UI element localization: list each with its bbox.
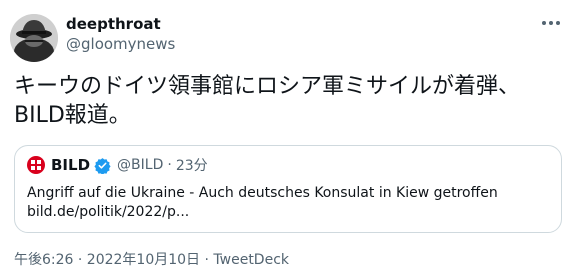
bild-logo-icon bbox=[27, 156, 45, 174]
quoted-time: 23分 bbox=[175, 158, 208, 174]
quoted-text: Angriff auf die Ukraine - Auch deutsches… bbox=[27, 185, 498, 201]
more-dots-icon[interactable] bbox=[539, 14, 563, 32]
detective-avatar-icon bbox=[10, 14, 58, 62]
avatar[interactable] bbox=[10, 14, 58, 62]
tweet-text: キーウのドイツ領事館にロシア軍ミサイルが着弾、 BILD報道。 bbox=[14, 74, 521, 128]
tweet-source[interactable]: TweetDeck bbox=[213, 252, 289, 268]
quoted-tweet[interactable]: BILD @BILD · 23分 Angriff auf die Ukraine… bbox=[14, 145, 562, 233]
user-block: deepthroat @gloomynews bbox=[66, 14, 175, 54]
verified-badge-icon bbox=[94, 157, 111, 174]
tweet-card: deepthroat @gloomynews キーウのドイツ領事館にロシア軍ミサ… bbox=[0, 0, 577, 280]
user-handle[interactable]: @gloomynews bbox=[66, 34, 175, 54]
quoted-handle: @BILD bbox=[117, 157, 164, 173]
quoted-name: BILD bbox=[51, 156, 91, 174]
tweet-header: deepthroat @gloomynews bbox=[10, 8, 567, 62]
quoted-link[interactable]: bild.de/politik/2022/p... bbox=[27, 203, 549, 222]
quoted-header: BILD @BILD · 23分 bbox=[27, 154, 549, 176]
tweet-timestamp[interactable]: 午後6:26 · 2022年10月10日 · bbox=[14, 252, 213, 268]
quoted-separator: · bbox=[167, 157, 172, 173]
tweet-footer: 午後6:26 · 2022年10月10日 · TweetDeck bbox=[14, 250, 289, 270]
display-name[interactable]: deepthroat bbox=[66, 14, 175, 34]
